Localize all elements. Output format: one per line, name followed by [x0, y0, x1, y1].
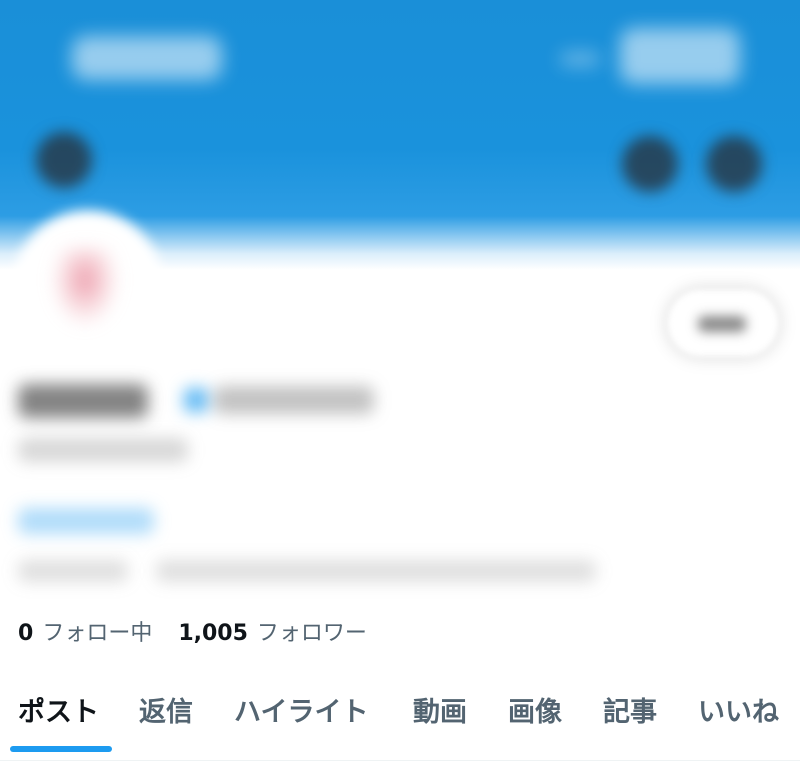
banner-text-blurred: [620, 28, 740, 84]
search-icon[interactable]: [622, 136, 678, 192]
tab-replies[interactable]: 返信: [139, 682, 193, 736]
profile-link-blurred[interactable]: [18, 508, 154, 534]
verified-badge-icon: [184, 388, 208, 412]
tab-highlights[interactable]: ハイライト: [234, 682, 368, 736]
followers-count: 1,005: [178, 621, 248, 646]
tab-posts[interactable]: ポスト: [18, 682, 99, 736]
badge-label-blurred: [214, 386, 374, 414]
tab-likes[interactable]: いいね: [698, 682, 779, 736]
banner-text-blurred: [560, 52, 600, 66]
following-count: 0: [18, 621, 34, 646]
tab-videos[interactable]: 動画: [413, 682, 467, 736]
profile-screen: 0 フォロー中 1,005 フォロワー ポスト 返信 ハイライト 動画 画像 記…: [0, 0, 800, 761]
following-label: フォロー中: [42, 621, 153, 646]
following-link[interactable]: 0 フォロー中: [18, 615, 152, 647]
bio-blurred: [156, 560, 596, 582]
followers-link[interactable]: 1,005 フォロワー: [178, 615, 367, 647]
tab-photos[interactable]: 画像: [508, 682, 562, 736]
display-name-blurred: [18, 384, 148, 418]
followers-label: フォロワー: [256, 621, 367, 646]
more-icon[interactable]: [706, 136, 762, 192]
active-tab-indicator: [10, 746, 112, 752]
bio-blurred: [18, 560, 128, 582]
follow-stats: 0 フォロー中 1,005 フォロワー: [18, 615, 393, 647]
back-arrow-icon[interactable]: [36, 132, 92, 188]
tab-articles[interactable]: 記事: [603, 682, 657, 736]
avatar-image: [50, 248, 120, 328]
follow-button[interactable]: [668, 290, 778, 356]
banner-text-blurred: [72, 36, 222, 80]
profile-tabs: ポスト 返信 ハイライト 動画 画像 記事 いいね: [0, 682, 800, 761]
handle-blurred: [18, 438, 188, 462]
